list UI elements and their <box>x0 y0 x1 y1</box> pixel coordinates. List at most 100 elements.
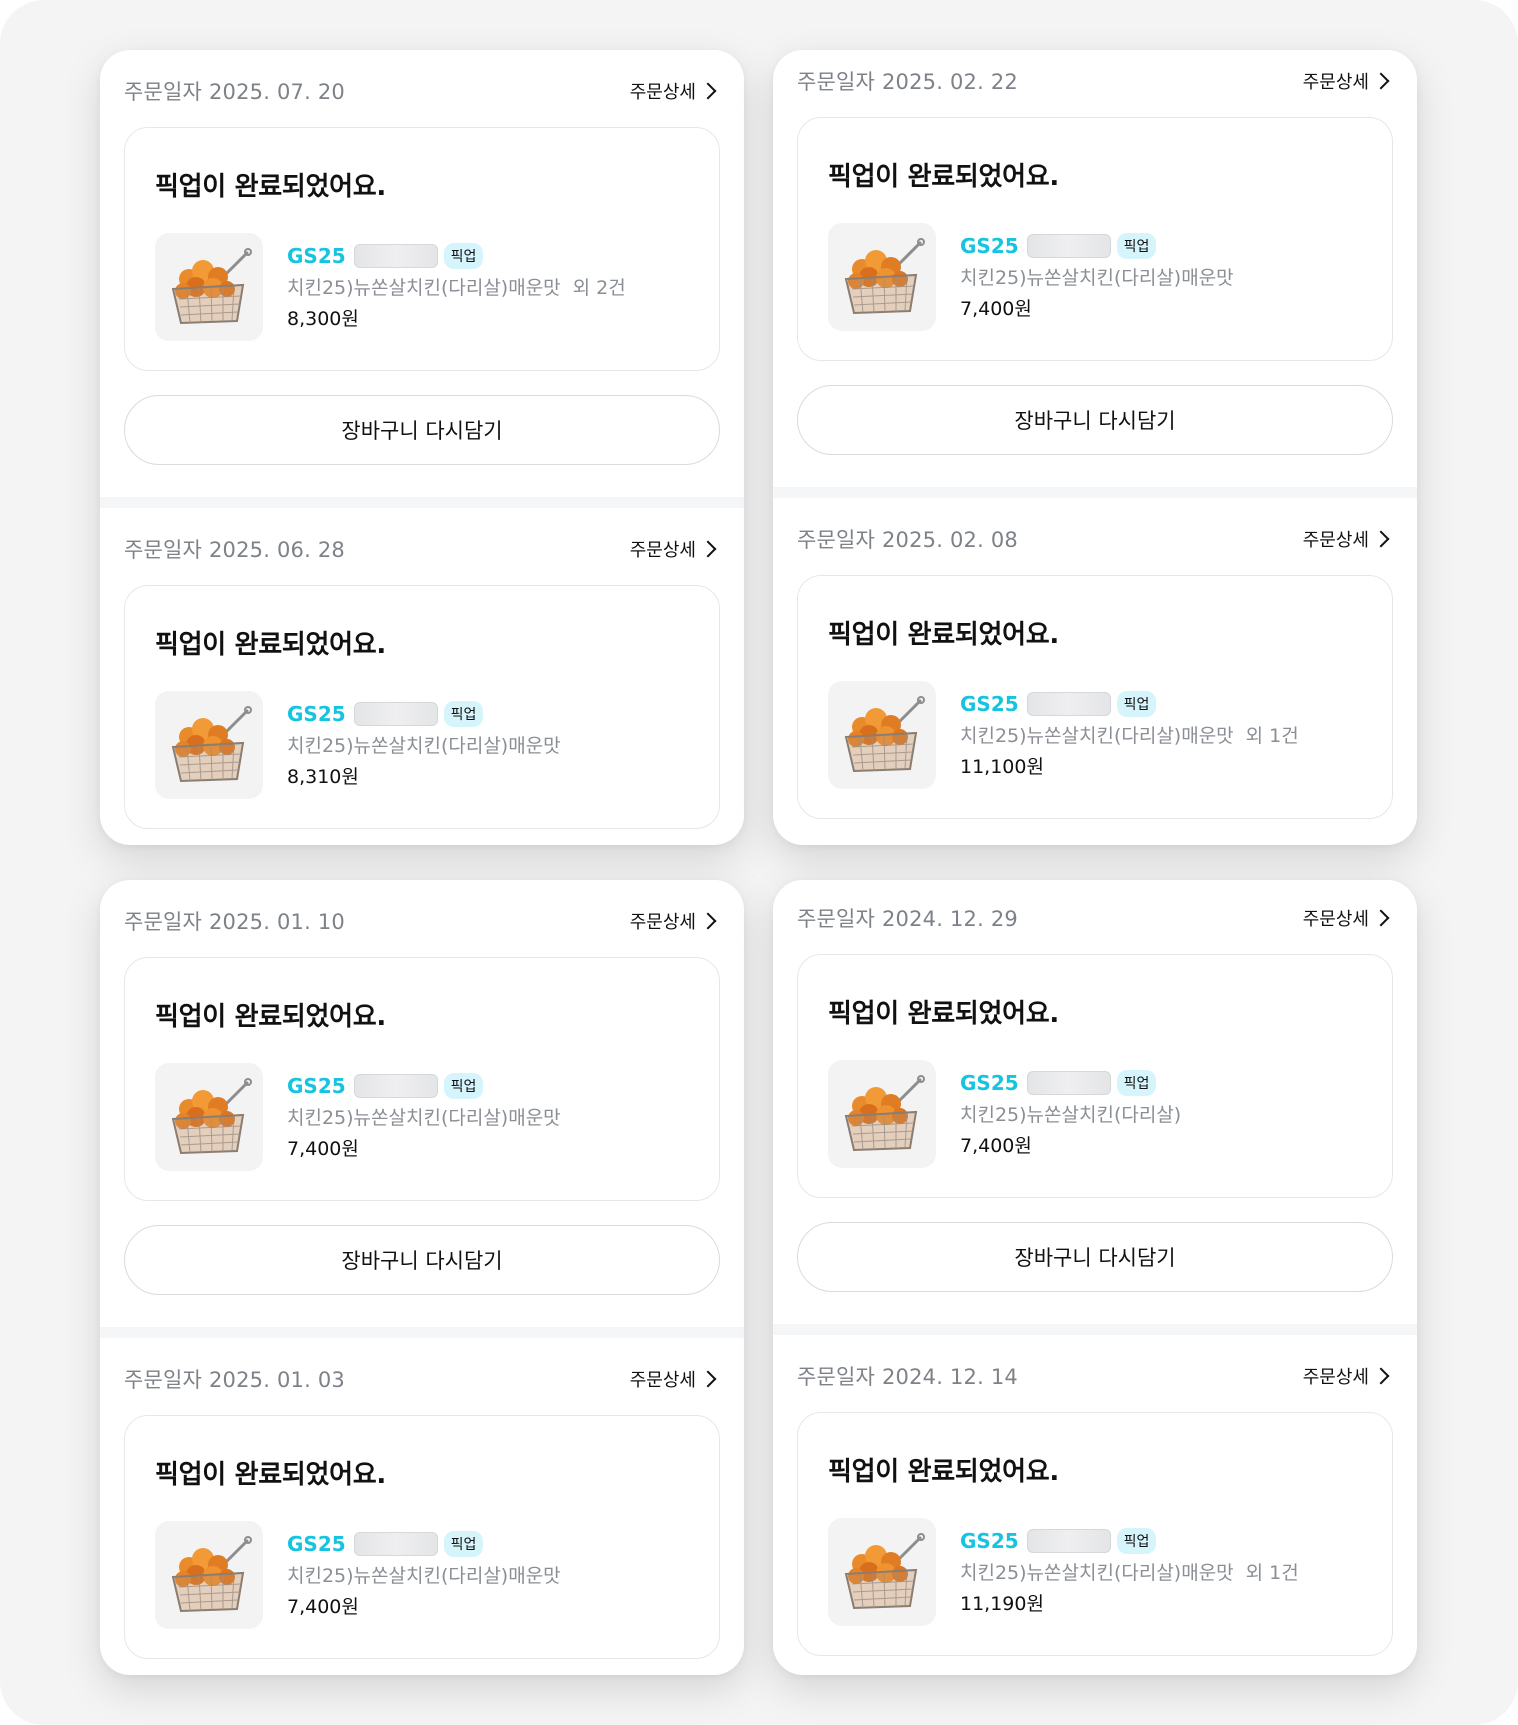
product-name: 치킨25)뉴쏜살치킨(다리살)매운맛 <box>287 1103 573 1130</box>
store-name: GS25 <box>960 1071 1019 1095</box>
store-line: GS25 픽업 <box>960 1528 1299 1554</box>
store-branch-redacted <box>1026 234 1111 258</box>
order-header: 주문일자 2025. 06. 28 주문상세 <box>124 508 720 562</box>
store-branch-redacted <box>1026 1071 1111 1095</box>
order-date-prefix: 주문일자 <box>797 1365 876 1389</box>
pickup-badge: 픽업 <box>1116 1070 1157 1096</box>
order-section: 주문일자 2025. 02. 22 주문상세 픽업이 완료되었어요. GS25 … <box>773 50 1417 487</box>
chevron-right-icon <box>1372 909 1390 927</box>
store-branch-redacted <box>353 702 438 726</box>
product-name-text: 치킨25)뉴쏜살치킨(다리살)매운맛 <box>287 735 561 757</box>
fried-chicken-basket-icon <box>171 1536 252 1613</box>
pickup-badge: 픽업 <box>1116 233 1157 259</box>
order-card[interactable]: 픽업이 완료되었어요. <box>124 1415 720 1659</box>
store-name: GS25 <box>960 234 1019 258</box>
store-name: GS25 <box>287 244 346 268</box>
order-status-title: 픽업이 완료되었어요. <box>155 630 386 660</box>
order-detail-label: 주문상세 <box>1302 530 1369 551</box>
product-name: 치킨25)뉴쏜살치킨(다리살)매운맛 <box>287 731 573 758</box>
order-card[interactable]: 픽업이 완료되었어요. <box>797 954 1393 1198</box>
order-status-title: 픽업이 완료되었어요. <box>155 1460 386 1490</box>
pickup-badge: 픽업 <box>1116 1528 1157 1554</box>
order-detail-link[interactable]: 주문상세 <box>630 1366 720 1392</box>
order-price: 7,400원 <box>287 1138 359 1160</box>
order-item-info: GS25 픽업 치킨25)뉴쏜살치킨(다리살) 7,400원 <box>960 1070 1193 1158</box>
order-item-info: GS25 픽업 치킨25)뉴쏜살치킨(다리살)매운맛 외 1건 11,190원 <box>960 1528 1299 1616</box>
reorder-button[interactable]: 장바구니 다시담기 <box>797 1222 1393 1292</box>
order-date-prefix: 주문일자 <box>124 1368 203 1392</box>
order-detail-link[interactable]: 주문상세 <box>630 908 720 934</box>
store-name: GS25 <box>287 1074 346 1098</box>
reorder-button[interactable]: 장바구니 다시담기 <box>124 1225 720 1295</box>
reorder-button[interactable]: 장바구니 다시담기 <box>124 395 720 465</box>
order-price: 7,400원 <box>960 1135 1032 1157</box>
fried-chicken-basket-icon <box>844 238 925 315</box>
fried-chicken-basket-icon <box>844 696 925 773</box>
order-status-title: 픽업이 완료되었어요. <box>828 1457 1059 1487</box>
order-detail-link[interactable]: 주문상세 <box>1303 526 1393 552</box>
order-card[interactable]: 픽업이 완료되었어요. <box>124 127 720 371</box>
store-line: GS25 픽업 <box>287 701 573 727</box>
chevron-right-icon <box>699 540 717 558</box>
store-line: GS25 픽업 <box>287 1073 573 1099</box>
product-name-text: 치킨25)뉴쏜살치킨(다리살)매운맛 <box>960 267 1234 289</box>
order-item-row: GS25 픽업 치킨25)뉴쏜살치킨(다리살)매운맛 외 2건 8,300원 <box>155 233 689 341</box>
product-thumbnail <box>828 1518 936 1626</box>
product-thumbnail <box>155 1063 263 1171</box>
fried-chicken-basket-icon <box>844 1533 925 1610</box>
order-header: 주문일자 2025. 02. 08 주문상세 <box>797 498 1393 552</box>
order-section: 주문일자 2025. 07. 20 주문상세 픽업이 완료되었어요. GS25 … <box>100 50 744 497</box>
order-section: 주문일자 2025. 06. 28 주문상세 픽업이 완료되었어요. GS25 … <box>100 508 744 829</box>
order-header: 주문일자 2025. 07. 20 주문상세 <box>124 50 720 104</box>
order-price: 8,310원 <box>287 766 359 788</box>
section-divider <box>100 497 744 508</box>
order-item-info: GS25 픽업 치킨25)뉴쏜살치킨(다리살)매운맛 7,400원 <box>287 1073 573 1161</box>
fried-chicken-basket-icon <box>171 706 252 783</box>
order-card[interactable]: 픽업이 완료되었어요. <box>124 585 720 829</box>
order-card[interactable]: 픽업이 완료되었어요. <box>797 575 1393 819</box>
order-detail-label: 주문상세 <box>1302 1367 1369 1388</box>
order-date-prefix: 주문일자 <box>797 70 876 94</box>
order-detail-link[interactable]: 주문상세 <box>630 536 720 562</box>
store-branch-redacted <box>353 1532 438 1556</box>
order-item-row: GS25 픽업 치킨25)뉴쏜살치킨(다리살)매운맛 7,400원 <box>155 1521 689 1629</box>
chevron-right-icon <box>699 912 717 930</box>
store-line: GS25 픽업 <box>960 1070 1193 1096</box>
order-date-value: 2025. 07. 20 <box>208 80 345 104</box>
chevron-right-icon <box>699 1370 717 1388</box>
order-panel: 주문일자 2025. 02. 22 주문상세 픽업이 완료되었어요. GS25 … <box>773 50 1417 845</box>
order-date-value: 2024. 12. 14 <box>881 1365 1018 1389</box>
order-item-row: GS25 픽업 치킨25)뉴쏜살치킨(다리살) 7,400원 <box>828 1060 1362 1168</box>
pickup-badge: 픽업 <box>443 1073 484 1099</box>
order-item-row: GS25 픽업 치킨25)뉴쏜살치킨(다리살)매운맛 8,310원 <box>155 691 689 799</box>
order-detail-label: 주문상세 <box>1302 72 1369 93</box>
order-detail-link[interactable]: 주문상세 <box>630 78 720 104</box>
order-date-value: 2025. 01. 10 <box>208 910 345 934</box>
product-extra-count: 외 1건 <box>1245 1562 1299 1584</box>
reorder-button[interactable]: 장바구니 다시담기 <box>797 385 1393 455</box>
product-extra-count: 외 2건 <box>572 277 626 299</box>
order-detail-link[interactable]: 주문상세 <box>1303 1363 1393 1389</box>
order-date-value: 2024. 12. 29 <box>881 907 1018 931</box>
order-detail-link[interactable]: 주문상세 <box>1303 905 1393 931</box>
store-name: GS25 <box>287 702 346 726</box>
order-date-prefix: 주문일자 <box>797 528 876 552</box>
order-item-info: GS25 픽업 치킨25)뉴쏜살치킨(다리살)매운맛 8,310원 <box>287 701 573 789</box>
order-date: 주문일자 2025. 02. 08 <box>797 524 1018 554</box>
order-date: 주문일자 2025. 01. 03 <box>124 1364 345 1394</box>
product-name-text: 치킨25)뉴쏜살치킨(다리살)매운맛 <box>287 1107 561 1129</box>
order-card[interactable]: 픽업이 완료되었어요. <box>797 117 1393 361</box>
store-branch-redacted <box>1026 692 1111 716</box>
store-line: GS25 픽업 <box>960 691 1299 717</box>
product-thumbnail <box>155 233 263 341</box>
order-price: 7,400원 <box>287 1596 359 1618</box>
order-card[interactable]: 픽업이 완료되었어요. <box>124 957 720 1201</box>
store-line: GS25 픽업 <box>287 243 626 269</box>
order-detail-label: 주문상세 <box>629 82 696 103</box>
order-detail-link[interactable]: 주문상세 <box>1303 68 1393 94</box>
order-header: 주문일자 2025. 01. 03 주문상세 <box>124 1338 720 1392</box>
section-divider <box>773 487 1417 498</box>
order-price: 8,300원 <box>287 308 359 330</box>
order-date-value: 2025. 01. 03 <box>208 1368 345 1392</box>
order-card[interactable]: 픽업이 완료되었어요. <box>797 1412 1393 1656</box>
